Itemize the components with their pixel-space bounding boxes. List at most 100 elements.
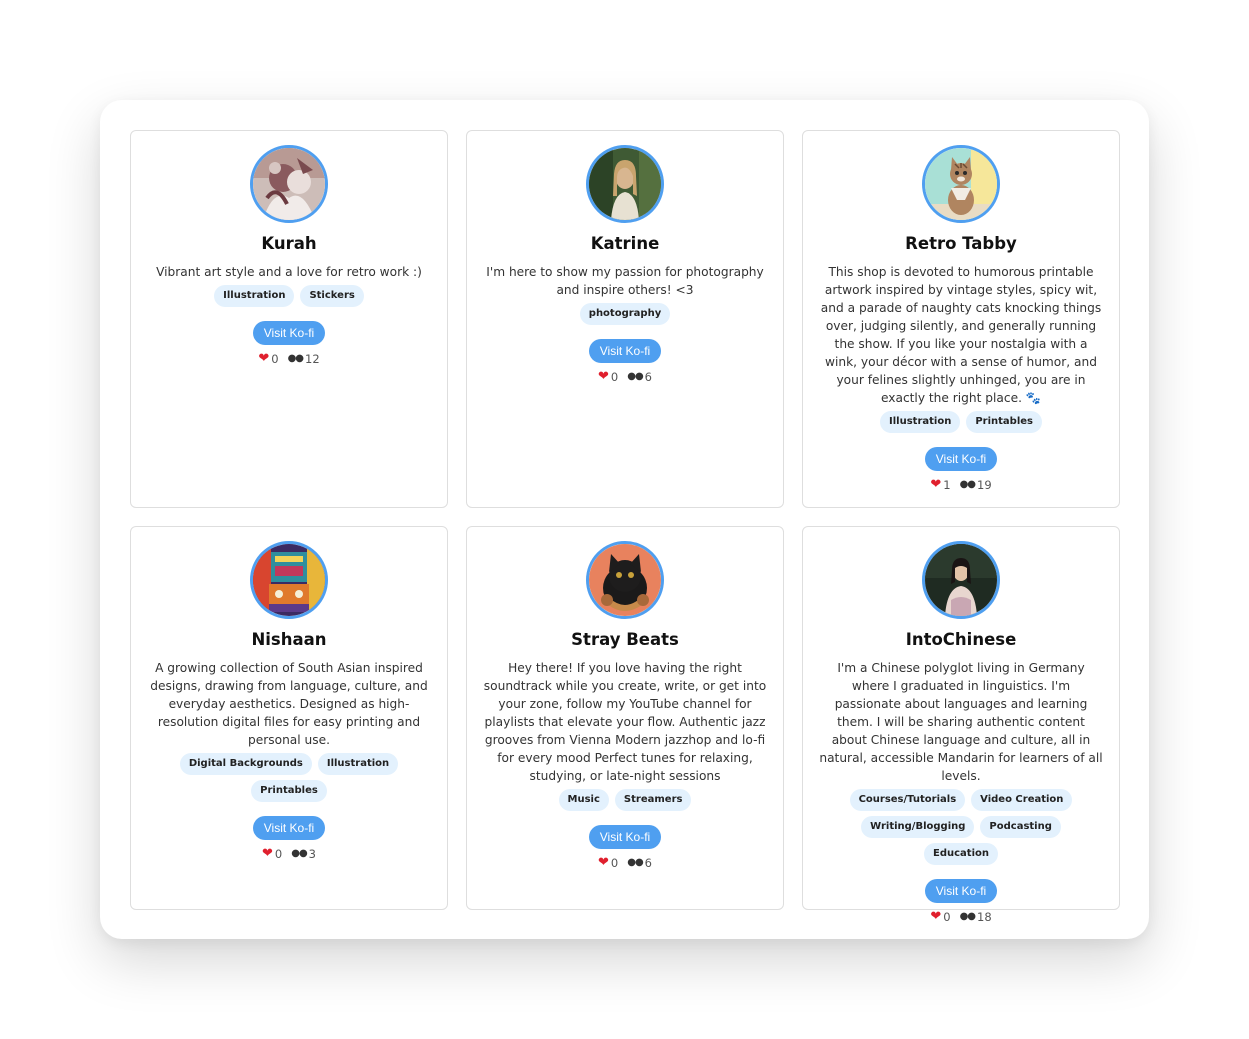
creator-name: Nishaan xyxy=(251,630,327,649)
views-stat: ●● 12 xyxy=(288,352,320,366)
stats: ❤ 0 ●● 18 xyxy=(930,909,992,925)
creator-description: I'm here to show my passion for photogra… xyxy=(486,265,764,297)
likes-count: 0 xyxy=(943,910,951,924)
visit-kofi-button[interactable]: Visit Ko-fi xyxy=(924,879,998,903)
stats: ❤ 0 ●● 12 xyxy=(258,351,320,367)
avatar[interactable] xyxy=(586,541,664,619)
creator-name: Katrine xyxy=(590,234,660,253)
creator-description: Vibrant art style and a love for retro w… xyxy=(156,265,422,279)
creator-card: Kurah Vibrant art style and a love for r… xyxy=(130,130,448,508)
views-count: 12 xyxy=(305,352,320,366)
tag[interactable]: Digital Backgrounds xyxy=(179,753,312,775)
likes-count: 0 xyxy=(610,856,619,870)
tag[interactable]: Printables xyxy=(251,780,327,802)
decorated-truck-avatar-icon xyxy=(253,544,325,616)
tag[interactable]: Education xyxy=(924,843,998,865)
visit-kofi-button[interactable]: Visit Ko-fi xyxy=(588,339,662,363)
tag[interactable]: Writing/Blogging xyxy=(861,816,975,838)
stats: ❤ 0 ●● 3 xyxy=(261,846,316,862)
heart-icon: ❤ xyxy=(930,477,942,492)
creator-card: Katrine I'm here to show my passion for … xyxy=(466,130,784,508)
visit-kofi-button[interactable]: Visit Ko-fi xyxy=(588,825,662,849)
views-stat: ●● 3 xyxy=(291,847,316,861)
views-stat: ●● 6 xyxy=(627,370,652,384)
views-count: 6 xyxy=(644,370,652,384)
creator-description: Hey there! If you love having the right … xyxy=(483,661,767,783)
views-stat: ●● 19 xyxy=(960,478,992,492)
eyes-icon: ●● xyxy=(627,371,643,382)
black-cat-headphones-avatar-icon xyxy=(589,544,661,616)
avatar[interactable] xyxy=(250,541,328,619)
tag[interactable]: Podcasting xyxy=(980,816,1061,838)
tag[interactable]: Courses/Tutorials xyxy=(849,789,966,811)
avatar[interactable] xyxy=(250,145,328,223)
eyes-icon: ●● xyxy=(959,479,976,490)
eyes-icon: ●● xyxy=(287,353,304,364)
heart-icon: ❤ xyxy=(258,351,270,366)
tag-list: Illustration Printables xyxy=(880,411,1042,433)
avatar[interactable] xyxy=(922,145,1000,223)
creator-card: Stray Beats Hey there! If you love havin… xyxy=(466,526,784,910)
likes-stat[interactable]: ❤ 0 xyxy=(261,846,282,862)
tag[interactable]: Music xyxy=(558,789,609,811)
likes-stat[interactable]: ❤ 0 xyxy=(258,351,279,367)
tag[interactable]: Stickers xyxy=(300,285,364,307)
portrait-photo-avatar-icon xyxy=(589,148,661,220)
creator-description: A growing collection of South Asian insp… xyxy=(150,661,428,747)
likes-stat[interactable]: ❤ 0 xyxy=(930,909,951,925)
tag-list: photography xyxy=(579,303,671,325)
views-stat: ●● 6 xyxy=(627,856,652,870)
creator-card: IntoChinese I'm a Chinese polyglot livin… xyxy=(802,526,1120,924)
stats: ❤ 0 ●● 6 xyxy=(597,369,652,385)
stats: ❤ 0 ●● 6 xyxy=(597,855,652,871)
tag-list: Music Streamers xyxy=(558,789,692,811)
tag[interactable]: Illustration xyxy=(880,411,961,433)
tag[interactable]: Video Creation xyxy=(971,789,1073,811)
heart-icon: ❤ xyxy=(597,855,609,870)
creator-description: This shop is devoted to humorous printab… xyxy=(820,265,1102,405)
tag[interactable]: Printables xyxy=(966,411,1042,433)
likes-stat[interactable]: ❤ 0 xyxy=(597,369,619,385)
creator-description: I'm a Chinese polyglot living in Germany… xyxy=(819,661,1103,783)
eyes-icon: ●● xyxy=(291,848,307,859)
tag[interactable]: Streamers xyxy=(614,789,692,811)
likes-count: 1 xyxy=(943,478,951,492)
avatar[interactable] xyxy=(586,145,664,223)
heart-icon: ❤ xyxy=(261,846,273,861)
woman-portrait-avatar-icon xyxy=(925,544,997,616)
creator-name: IntoChinese xyxy=(905,630,1017,649)
creator-grid: Kurah Vibrant art style and a love for r… xyxy=(130,130,1120,924)
views-count: 19 xyxy=(977,478,992,492)
creator-name: Kurah xyxy=(261,234,317,253)
eyes-icon: ●● xyxy=(627,857,643,868)
tag[interactable]: Illustration xyxy=(317,753,399,775)
likes-count: 0 xyxy=(271,352,279,366)
views-count: 3 xyxy=(308,847,316,861)
tag[interactable]: Illustration xyxy=(214,285,295,307)
heart-icon: ❤ xyxy=(930,909,942,924)
tabby-cat-avatar-icon xyxy=(925,148,997,220)
views-stat: ●● 18 xyxy=(960,910,992,924)
views-count: 6 xyxy=(644,856,652,870)
creator-card: Nishaan A growing collection of South As… xyxy=(130,526,448,910)
likes-stat[interactable]: ❤ 1 xyxy=(930,477,951,493)
tag-list: Digital Backgrounds Illustration Printab… xyxy=(154,753,424,802)
visit-kofi-button[interactable]: Visit Ko-fi xyxy=(252,816,326,840)
tag-list: Illustration Stickers xyxy=(214,285,364,307)
stats: ❤ 1 ●● 19 xyxy=(930,477,992,493)
views-count: 18 xyxy=(977,910,992,924)
visit-kofi-button[interactable]: Visit Ko-fi xyxy=(924,447,998,471)
eyes-icon: ●● xyxy=(959,911,976,922)
heart-icon: ❤ xyxy=(597,369,609,384)
tag-list: Courses/Tutorials Video Creation Writing… xyxy=(826,789,1096,865)
avatar[interactable] xyxy=(922,541,1000,619)
creator-card: Retro Tabby This shop is devoted to humo… xyxy=(802,130,1120,508)
likes-count: 0 xyxy=(610,370,619,384)
visit-kofi-button[interactable]: Visit Ko-fi xyxy=(252,321,326,345)
illustration-avatar-icon xyxy=(253,148,325,220)
creator-name: Retro Tabby xyxy=(905,234,1017,253)
likes-stat[interactable]: ❤ 0 xyxy=(597,855,619,871)
tag[interactable]: photography xyxy=(579,303,671,325)
creator-name: Stray Beats xyxy=(571,630,679,649)
app-frame: Kurah Vibrant art style and a love for r… xyxy=(100,100,1149,939)
